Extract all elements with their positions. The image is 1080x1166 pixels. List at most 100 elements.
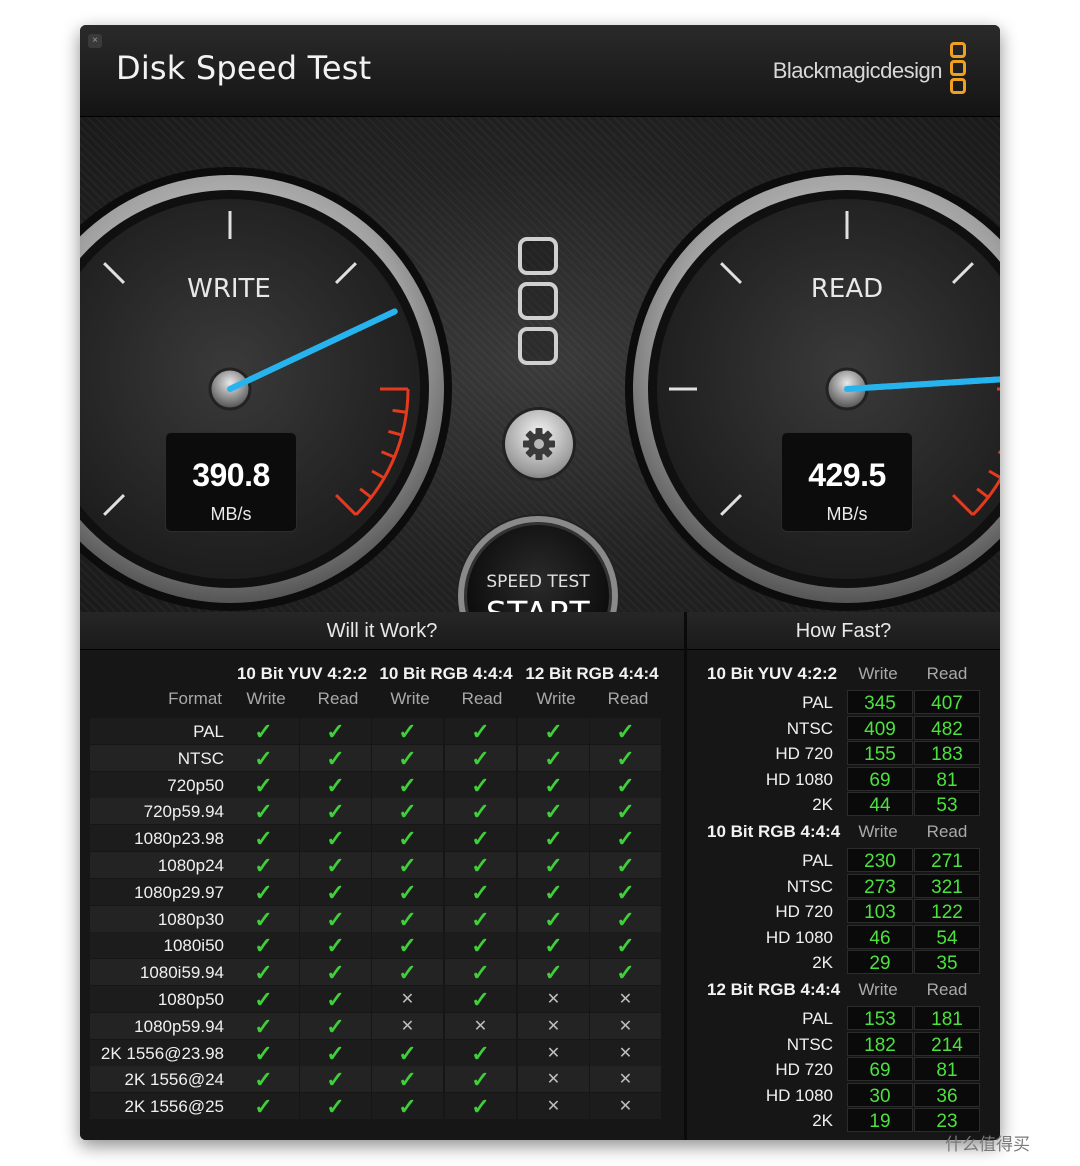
status-cell: ✓	[228, 825, 299, 852]
status-cell: ✓	[445, 851, 516, 878]
format-label: 1080i59.94	[90, 959, 230, 986]
check-icon: ✓	[616, 799, 635, 825]
format-label: 2K 1556@25	[90, 1093, 230, 1120]
check-icon: ✓	[544, 879, 563, 905]
check-icon: ✓	[326, 745, 345, 771]
check-icon: ✓	[254, 1040, 273, 1066]
format-label: 2K 1556@23.98	[90, 1039, 230, 1066]
check-icon: ✓	[326, 1013, 345, 1039]
status-cell: ✕	[590, 1012, 661, 1039]
will-it-work-table: 10 Bit YUV 4:2:2 10 Bit RGB 4:4:4 12 Bit…	[80, 650, 684, 1140]
group-header: 10 Bit RGB 4:4:4	[707, 822, 841, 841]
read-fps-value: 53	[914, 792, 980, 816]
read-fps-value: 81	[914, 766, 980, 791]
read-column-header: Read	[926, 980, 968, 999]
check-icon: ✓	[398, 1094, 417, 1120]
read-column-header: Read	[317, 689, 359, 708]
check-icon: ✓	[326, 1067, 345, 1093]
status-cell: ✓	[228, 1093, 299, 1120]
status-cell: ✓	[228, 1066, 299, 1093]
status-cell: ✓	[518, 905, 589, 932]
check-icon: ✓	[398, 1067, 417, 1093]
check-icon: ✓	[254, 772, 273, 798]
status-cell: ✕	[590, 985, 661, 1012]
check-icon: ✓	[616, 960, 635, 986]
format-column-header: Format	[168, 689, 222, 708]
status-cell: ✓	[372, 1039, 443, 1066]
status-cell: ✓	[445, 1093, 516, 1120]
cross-icon: ✕	[546, 1044, 561, 1062]
table-row: PAL 345 407	[687, 690, 1000, 716]
table-row: 1080p29.97 ✓ ✓ ✓ ✓ ✓ ✓	[90, 878, 663, 906]
status-cell: ✓	[590, 771, 661, 798]
format-label: PAL	[802, 851, 833, 870]
status-cell: ✓	[228, 959, 299, 986]
table-row: PAL 230 271	[687, 848, 1000, 874]
write-column-header: Write	[858, 980, 898, 999]
check-icon: ✓	[326, 879, 345, 905]
read-fps-value: 81	[914, 1057, 980, 1081]
read-fps-value: 214	[914, 1031, 980, 1056]
write-fps-value: 155	[847, 741, 913, 765]
status-cell: ✓	[590, 744, 661, 771]
check-icon: ✓	[616, 933, 635, 959]
format-label: 1080p30	[90, 905, 230, 932]
check-icon: ✓	[326, 986, 345, 1012]
status-cell: ✓	[228, 985, 299, 1012]
table-row: 720p59.94 ✓ ✓ ✓ ✓ ✓ ✓	[90, 798, 663, 825]
app-title: Disk Speed Test	[116, 49, 372, 87]
table-row: 1080i50 ✓ ✓ ✓ ✓ ✓ ✓	[90, 932, 663, 959]
cross-icon: ✕	[400, 1017, 415, 1035]
close-icon[interactable]: ×	[88, 34, 102, 48]
table-row: 1080p50 ✓ ✓ ✕ ✓ ✕ ✕	[90, 985, 663, 1013]
status-cell: ✓	[445, 744, 516, 771]
format-label: HD 720	[775, 1060, 833, 1079]
check-icon: ✓	[471, 879, 490, 905]
check-icon: ✓	[254, 879, 273, 905]
format-label: 1080p24	[90, 851, 230, 878]
format-label: 2K	[812, 953, 833, 972]
format-label: 2K	[812, 1111, 833, 1130]
disk-speed-test-window: × Disk Speed Test Blackmagicdesign WRITE…	[80, 25, 1000, 1140]
status-cell: ✓	[228, 932, 299, 959]
check-icon: ✓	[398, 772, 417, 798]
status-cell: ✕	[518, 1093, 589, 1120]
check-icon: ✓	[254, 933, 273, 959]
settings-button[interactable]	[505, 410, 573, 478]
cross-icon: ✕	[546, 990, 561, 1008]
write-gauge-label: WRITE	[187, 274, 271, 304]
cross-icon: ✕	[618, 1044, 633, 1062]
status-cell: ✓	[300, 1066, 371, 1093]
status-cell: ✓	[300, 932, 371, 959]
check-icon: ✓	[326, 799, 345, 825]
check-icon: ✓	[398, 852, 417, 878]
format-label: NTSC	[90, 744, 230, 771]
check-icon: ✓	[254, 799, 273, 825]
status-cell: ✓	[300, 905, 371, 932]
table-row: HD 1080 46 54	[687, 924, 1000, 951]
read-fps-value: 54	[914, 924, 980, 949]
status-cell: ✕	[372, 985, 443, 1012]
read-fps-value: 183	[914, 741, 980, 765]
status-cell: ✓	[445, 985, 516, 1012]
status-cell: ✓	[518, 959, 589, 986]
watermark: 什么值得买	[945, 1135, 1030, 1154]
format-label: PAL	[802, 1009, 833, 1028]
status-cell: ✓	[228, 1012, 299, 1039]
check-icon: ✓	[398, 933, 417, 959]
check-icon: ✓	[254, 960, 273, 986]
write-fps-value: 409	[847, 715, 913, 740]
table-row: PAL ✓ ✓ ✓ ✓ ✓ ✓	[90, 718, 663, 745]
check-icon: ✓	[471, 1040, 490, 1066]
check-icon: ✓	[544, 906, 563, 932]
check-icon: ✓	[398, 906, 417, 932]
status-cell: ✓	[300, 825, 371, 852]
write-fps-value: 230	[847, 848, 913, 872]
table-row: NTSC 409 482	[687, 715, 1000, 742]
format-label: 720p50	[90, 771, 230, 798]
check-icon: ✓	[326, 719, 345, 744]
check-icon: ✓	[254, 906, 273, 932]
check-icon: ✓	[616, 852, 635, 878]
table-row: 720p50 ✓ ✓ ✓ ✓ ✓ ✓	[90, 771, 663, 799]
status-cell: ✓	[372, 798, 443, 825]
